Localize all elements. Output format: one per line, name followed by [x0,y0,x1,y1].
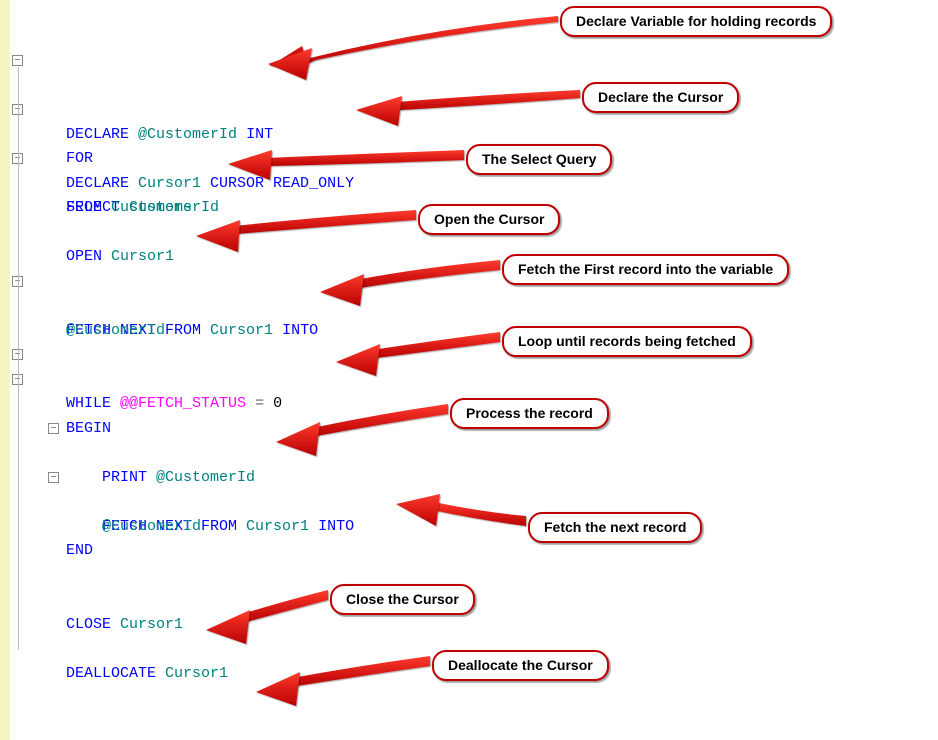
gutter-strip [0,0,10,740]
callout-close-cursor: Close the Cursor [330,584,475,615]
arrow-head-icon [256,672,300,706]
callout-deallocate-cursor: Deallocate the Cursor [432,650,609,681]
keyword-deallocate: DEALLOCATE [66,665,165,682]
callout-fetch-first: Fetch the First record into the variable [502,254,789,285]
sql-code-block: DECLARE @CustomerId INT DECLARE Cursor1 … [30,0,450,662]
callout-loop-until: Loop until records being fetched [502,326,752,357]
callout-fetch-next: Fetch the next record [528,512,702,543]
fold-icon[interactable] [48,423,59,434]
fold-icon[interactable] [48,472,59,483]
callout-process-record: Process the record [450,398,609,429]
callout-select-query: The Select Query [466,144,612,175]
fold-icon[interactable] [12,55,23,66]
callout-declare-cursor: Declare the Cursor [582,82,739,113]
callout-open-cursor: Open the Cursor [418,204,560,235]
callout-declare-variable: Declare Variable for holding records [560,6,832,37]
cursor-dealloc: Cursor1 [165,665,228,682]
